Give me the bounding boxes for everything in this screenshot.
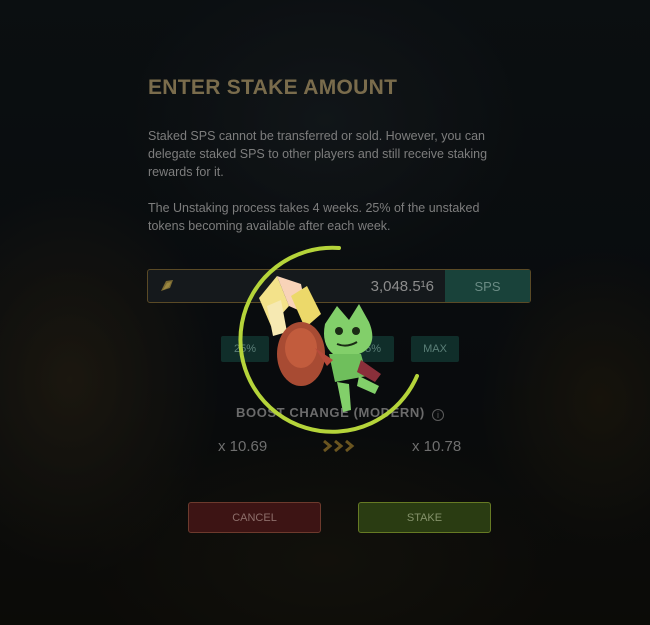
unstake-description: The Unstaking process takes 4 weeks. 25%…: [148, 201, 480, 233]
sps-token-icon: [161, 280, 173, 291]
boost-new-value: x 10.78: [412, 438, 462, 455]
modal-title: ENTER STAKE AMOUNT: [148, 76, 398, 99]
stake-description: Staked SPS cannot be transferred or sold…: [148, 129, 488, 179]
stake-button[interactable]: STAKE: [358, 502, 491, 533]
info-icon[interactable]: i: [432, 409, 444, 421]
currency-label: SPS: [445, 270, 530, 302]
goblin-carrying-crystals-loader: [238, 245, 419, 434]
cancel-button[interactable]: CANCEL: [188, 502, 321, 533]
